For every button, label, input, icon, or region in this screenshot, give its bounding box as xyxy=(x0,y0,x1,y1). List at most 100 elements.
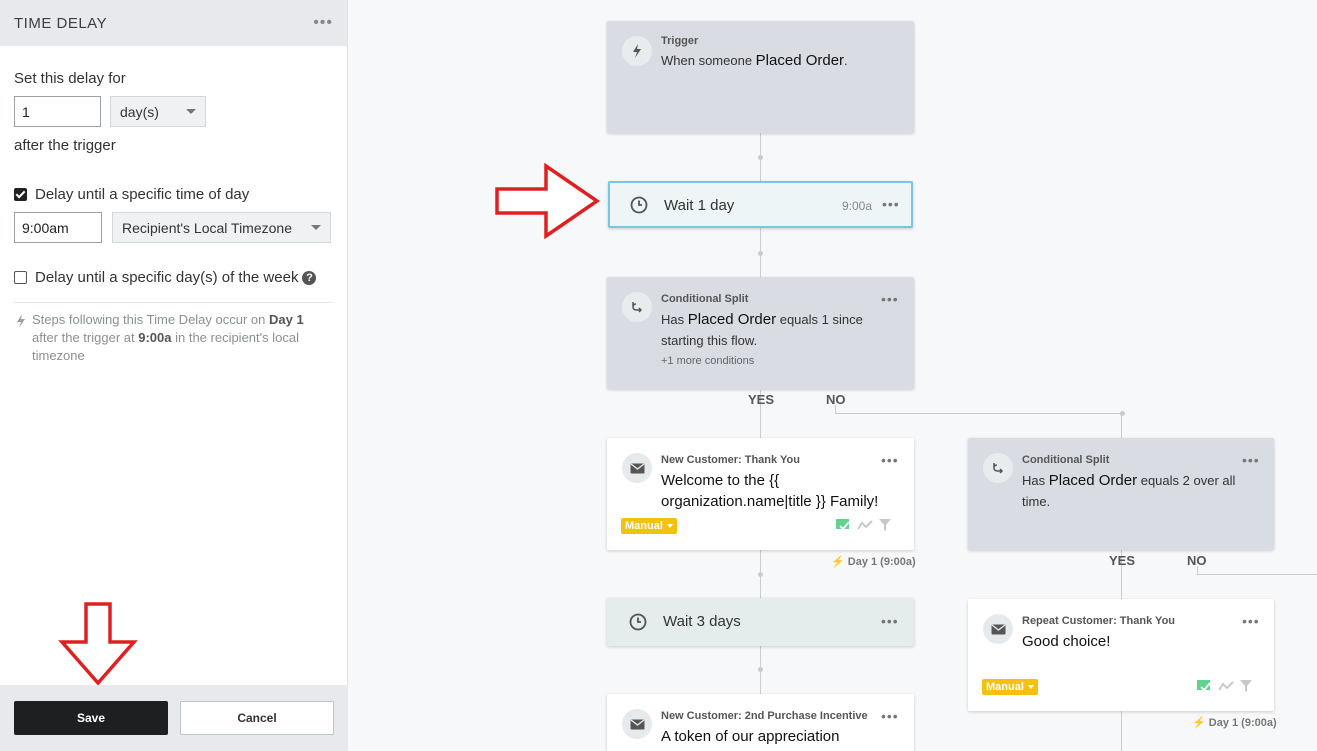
email-subject-line1: A token of our appreciation xyxy=(661,728,840,745)
panel-header: TIME DELAY ••• xyxy=(0,0,347,46)
mail-icon xyxy=(983,614,1013,644)
email-card[interactable]: Repeat Customer: Thank You ••• Good choi… xyxy=(968,599,1274,711)
status-badge-label: Manual xyxy=(625,520,663,532)
red-arrow-right-icon xyxy=(495,163,601,239)
cancel-button[interactable]: Cancel xyxy=(180,701,334,735)
clock-icon xyxy=(630,196,648,219)
email-subject: Good choice! xyxy=(1022,631,1110,652)
wait-label: Wait 1 day xyxy=(664,197,735,214)
panel-footer: Save Cancel xyxy=(0,685,348,751)
note-day: Day 1 xyxy=(269,312,304,327)
day-info-text: Day 1 (9:00a) xyxy=(847,556,916,568)
wait-3-days-card[interactable]: Wait 3 days ••• xyxy=(607,598,914,646)
status-badge-label: Manual xyxy=(986,681,1024,693)
delay-label: Set this delay for xyxy=(14,70,126,87)
split-line2: starting this flow. xyxy=(661,333,758,348)
day-info: ⚡ Day 1 (9:00a) xyxy=(1192,716,1277,729)
wait-time: 9:00a xyxy=(842,199,873,213)
branch-no-label: NO xyxy=(1187,553,1207,568)
after-trigger-label: after the trigger xyxy=(14,137,116,154)
analytics-icon xyxy=(1218,681,1234,691)
bolt-icon xyxy=(17,314,25,328)
delay-summary-note: Steps following this Time Delay occur on… xyxy=(14,302,333,365)
split-condition: Has Placed Order equals 1 since starting… xyxy=(661,309,863,351)
flow-canvas[interactable]: YES NO YES NO Trigger When someone Place… xyxy=(349,0,1317,751)
email-subject: A token of our appreciation xyxy=(661,726,839,747)
red-arrow-down-icon xyxy=(58,602,138,686)
note-time: 9:00a xyxy=(138,330,172,345)
delay-unit-select[interactable]: day(s) xyxy=(110,96,206,127)
split-icon xyxy=(622,292,652,322)
mail-icon xyxy=(622,453,652,483)
more-icon[interactable]: ••• xyxy=(881,291,899,307)
wait-label: Wait 3 days xyxy=(663,613,741,630)
bolt-icon: ⚡ xyxy=(831,556,845,568)
time-of-day-label: Delay until a specific time of day xyxy=(35,186,250,203)
trigger-metric: Placed Order xyxy=(755,52,845,69)
more-icon[interactable]: ••• xyxy=(1242,452,1260,468)
more-conditions[interactable]: +1 more conditions xyxy=(661,355,754,367)
time-input[interactable]: 9:00am xyxy=(14,212,102,243)
time-delay-panel: TIME DELAY ••• Set this delay for 1 day(… xyxy=(0,0,348,751)
clock-icon xyxy=(629,613,647,636)
split-pre: Has xyxy=(1022,473,1049,488)
day-of-week-label: Delay until a specific day(s) of the wee… xyxy=(35,269,299,286)
split-metric: Placed Order xyxy=(1048,472,1138,489)
trigger-text-post: . xyxy=(844,53,848,68)
email-subject-line1: Good choice! xyxy=(1022,633,1111,650)
smart-sending-icon xyxy=(1197,680,1211,692)
analytics-icon xyxy=(857,520,873,530)
time-of-day-checkbox[interactable] xyxy=(14,188,27,201)
connector xyxy=(1121,413,1122,438)
email-card[interactable]: New Customer: 2nd Purchase Incentive •••… xyxy=(607,694,914,751)
trigger-text-pre: When someone xyxy=(661,53,756,68)
caret-down-icon xyxy=(186,109,196,114)
caret-down-icon xyxy=(666,524,673,528)
connector-dot xyxy=(758,667,763,672)
more-icon[interactable]: ••• xyxy=(881,452,899,468)
note-text-2: after the trigger at xyxy=(32,330,139,345)
split-metric: Placed Order xyxy=(687,311,777,328)
filter-icon xyxy=(879,519,891,531)
email-title: New Customer: 2nd Purchase Incentive xyxy=(661,710,868,722)
filter-icon xyxy=(1240,680,1252,692)
caret-down-icon xyxy=(311,225,321,230)
email-title: Repeat Customer: Thank You xyxy=(1022,615,1176,627)
branch-yes-label: YES xyxy=(1109,553,1136,568)
email-subject-line2: organization.name|title }} Family! xyxy=(661,493,879,510)
more-icon[interactable]: ••• xyxy=(881,708,899,724)
split-title: Conditional Split xyxy=(661,293,749,305)
connector xyxy=(1121,711,1122,751)
split-post: equals 2 over all xyxy=(1137,473,1236,488)
status-badge[interactable]: Manual xyxy=(621,518,677,534)
status-badge[interactable]: Manual xyxy=(982,679,1038,695)
connector xyxy=(1197,574,1317,575)
trigger-card[interactable]: Trigger When someone Placed Order. xyxy=(607,21,914,133)
more-icon[interactable]: ••• xyxy=(1242,613,1260,629)
timezone-select[interactable]: Recipient's Local Timezone xyxy=(112,212,331,243)
email-title: New Customer: Thank You xyxy=(661,454,800,466)
conditional-split-card[interactable]: Conditional Split ••• Has Placed Order e… xyxy=(607,277,914,389)
day-info: ⚡ Day 1 (9:00a) xyxy=(831,555,916,568)
bolt-icon xyxy=(622,36,652,66)
day-of-week-checkbox[interactable] xyxy=(14,271,27,284)
email-card[interactable]: New Customer: Thank You ••• Welcome to t… xyxy=(607,438,914,550)
split-pre: Has xyxy=(661,312,688,327)
help-icon[interactable]: ? xyxy=(302,270,317,285)
email-subject-line1: Welcome to the {{ xyxy=(661,472,780,489)
more-icon[interactable]: ••• xyxy=(313,15,333,31)
mail-icon xyxy=(622,709,652,739)
split-title: Conditional Split xyxy=(1022,454,1110,466)
email-subject: Welcome to the {{ organization.name|titl… xyxy=(661,470,878,512)
more-icon[interactable]: ••• xyxy=(881,613,899,629)
more-icon[interactable]: ••• xyxy=(882,196,900,212)
save-button[interactable]: Save xyxy=(14,701,168,735)
conditional-split-card[interactable]: Conditional Split ••• Has Placed Order e… xyxy=(968,438,1274,550)
smart-sending-icon xyxy=(836,519,850,531)
caret-down-icon xyxy=(1027,685,1034,689)
connector-dot xyxy=(758,155,763,160)
split-post: equals 1 since xyxy=(776,312,863,327)
delay-amount-input[interactable]: 1 xyxy=(14,96,101,127)
trigger-text: When someone Placed Order. xyxy=(661,50,848,71)
wait-1-day-card[interactable]: Wait 1 day 9:00a ••• xyxy=(608,181,913,228)
